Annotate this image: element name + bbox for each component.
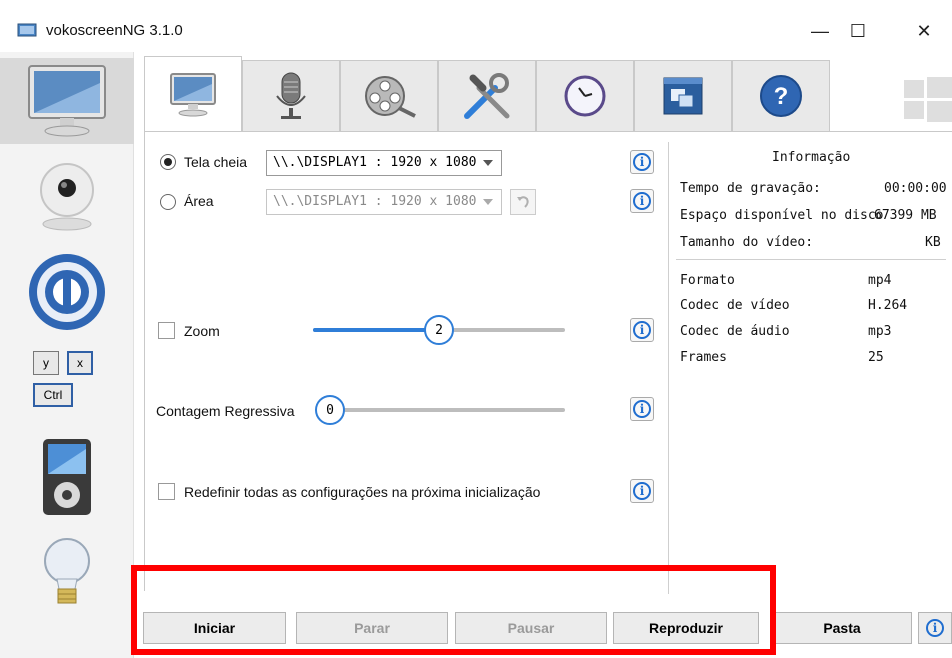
area-display-select[interactable]: \\.\DISPLAY1 : 1920 x 1080 (266, 189, 502, 215)
sidebar-item-camera[interactable] (0, 156, 134, 236)
info-icon: i (633, 400, 651, 418)
video-codec-value: H.264 (868, 298, 908, 313)
tab-audio[interactable] (242, 60, 340, 131)
disk-space-value: 67399 MB (874, 208, 937, 223)
frames-value: 25 (868, 350, 884, 365)
recording-time-value: 00:00:00 (884, 181, 947, 196)
countdown-slider-track (330, 408, 565, 412)
audio-codec-value: mp3 (868, 324, 892, 339)
windows-logo-icon (904, 77, 952, 122)
monitor-icon (170, 72, 216, 116)
fullscreen-info-button[interactable]: i (630, 150, 654, 174)
countdown-label: Contagem Regressiva (156, 403, 295, 419)
fullscreen-display-value: \\.\DISPLAY1 : 1920 x 1080 (273, 155, 477, 170)
info-icon: i (926, 619, 944, 637)
play-button[interactable]: Reproduzir (613, 612, 759, 644)
tools-icon (464, 73, 510, 119)
pause-button[interactable]: Pausar (455, 612, 607, 644)
video-size-value: KB (925, 235, 941, 250)
sidebar-item-player[interactable] (0, 248, 134, 336)
audio-codec-label: Codec de áudio (680, 324, 790, 339)
start-button[interactable]: Iniciar (143, 612, 286, 644)
format-label: Formato (680, 273, 735, 288)
format-value: mp4 (868, 273, 892, 288)
disk-space-label: Espaço disponível no disco (680, 208, 884, 223)
svg-text:?: ? (774, 83, 789, 110)
sidebar-item-tips[interactable] (0, 528, 134, 618)
chevron-down-icon (483, 160, 493, 166)
keyboard-icon: y x Ctrl (27, 349, 107, 419)
info-divider (668, 142, 669, 594)
key-ctrl: Ctrl (33, 383, 73, 407)
zoom-info-button[interactable]: i (630, 318, 654, 342)
close-button[interactable]: ✕ (904, 14, 944, 48)
reset-info-button[interactable]: i (630, 479, 654, 503)
area-info-button[interactable]: i (630, 189, 654, 213)
key-y: y (33, 351, 59, 375)
fullscreen-radio[interactable] (160, 154, 176, 170)
zoom-slider-fill (313, 328, 439, 332)
info-icon: i (633, 321, 651, 339)
tab-window[interactable] (634, 60, 732, 131)
recording-time-label: Tempo de gravação: (680, 181, 821, 196)
folder-button[interactable]: Pasta (772, 612, 912, 644)
info-separator (676, 259, 946, 260)
tab-bar: ? (134, 52, 952, 132)
info-icon: i (633, 153, 651, 171)
buttons-info-button[interactable]: i (918, 612, 952, 644)
tab-tools[interactable] (438, 60, 536, 131)
countdown-slider-handle[interactable]: 0 (315, 395, 345, 425)
area-radio[interactable] (160, 194, 176, 210)
clock-icon (564, 75, 606, 117)
key-x: x (67, 351, 93, 375)
window-title: vokoscreenNG 3.1.0 (46, 22, 183, 39)
lightbulb-icon (44, 538, 90, 604)
sidebar-item-screencast[interactable] (0, 58, 134, 144)
info-icon: i (633, 192, 651, 210)
sidebar-item-media-player[interactable] (0, 432, 134, 522)
reset-label: Redefinir todas as configurações na próx… (184, 484, 541, 500)
title-bar: vokoscreenNG 3.1.0 — ☐ ✕ (0, 0, 952, 52)
tab-help[interactable]: ? (732, 60, 830, 131)
minimize-button[interactable]: — (800, 14, 840, 48)
reset-checkbox[interactable] (158, 483, 175, 500)
fullscreen-display-select[interactable]: \\.\DISPLAY1 : 1920 x 1080 (266, 150, 502, 176)
frames-label: Frames (680, 350, 727, 365)
zoom-checkbox[interactable] (158, 322, 175, 339)
player-logo-icon (29, 254, 105, 330)
info-icon: i (633, 482, 651, 500)
maximize-button[interactable]: ☐ (838, 14, 878, 48)
area-label: Área (184, 193, 214, 209)
window-icon (663, 77, 703, 115)
help-icon: ? (760, 75, 802, 117)
tab-timer[interactable] (536, 60, 634, 131)
countdown-info-button[interactable]: i (630, 397, 654, 421)
video-size-label: Tamanho do vídeo: (680, 235, 814, 250)
app-icon (17, 23, 37, 37)
sidebar: y x Ctrl (0, 52, 134, 658)
undo-icon (517, 196, 529, 208)
area-display-value: \\.\DISPLAY1 : 1920 x 1080 (273, 194, 477, 209)
video-codec-label: Codec de vídeo (680, 298, 790, 313)
webcam-icon (40, 163, 94, 231)
tab-screen[interactable] (144, 56, 242, 132)
area-reset-button[interactable] (510, 189, 536, 215)
film-reel-icon (365, 76, 416, 118)
chevron-down-icon (483, 199, 493, 205)
stop-button[interactable]: Parar (296, 612, 448, 644)
tab-video[interactable] (340, 60, 438, 131)
zoom-slider-handle[interactable]: 2 (424, 315, 454, 345)
microphone-icon (276, 72, 306, 119)
info-title: Informação (772, 150, 851, 165)
sidebar-item-shortcuts[interactable]: y x Ctrl (0, 344, 134, 424)
monitor-icon (28, 65, 106, 137)
zoom-label: Zoom (184, 323, 220, 339)
media-player-icon (43, 439, 91, 515)
fullscreen-label: Tela cheia (184, 154, 248, 170)
